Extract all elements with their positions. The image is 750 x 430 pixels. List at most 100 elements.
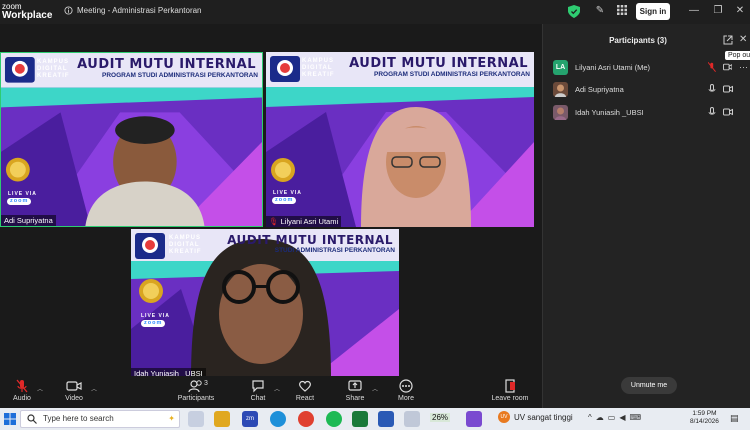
chat-label: Chat <box>250 395 266 402</box>
participant-name-text: Lilyani Asri Utami <box>280 217 339 226</box>
spotify-icon[interactable] <box>326 411 342 427</box>
zoom-badge: zoom <box>141 320 166 327</box>
pop-out-icon[interactable] <box>723 35 733 45</box>
leave-door-icon <box>505 379 515 393</box>
camera-icon[interactable] <box>722 63 732 71</box>
chat-icon <box>252 380 264 393</box>
participant-name: Idah Yuniasih _UBSI <box>575 107 644 117</box>
participants-panel-title: Participants (3) <box>609 36 667 45</box>
app-icon[interactable] <box>404 411 420 427</box>
react-label: React <box>295 395 315 402</box>
participant-name: Lilyani Asri Utami (Me) <box>575 62 651 72</box>
edge-browser-icon[interactable] <box>270 411 286 427</box>
word-icon[interactable] <box>378 411 394 427</box>
avatar <box>553 104 568 120</box>
sign-in-button[interactable]: Sign in <box>636 3 670 20</box>
more-options-icon[interactable]: ··· <box>739 62 748 72</box>
mic-muted-icon[interactable] <box>708 62 716 72</box>
video-gallery: AUDIT MUTU INTERNAL PROGRAM STUDI ADMINI… <box>0 24 538 379</box>
clock-time: 1:59 PM <box>692 410 717 417</box>
leave-room-button[interactable]: Leave room <box>486 379 534 402</box>
windows-taskbar: Type here to search ✦ zm 26% UV UV sanga… <box>0 408 750 430</box>
video-options-chevron-icon[interactable]: ︿ <box>91 384 97 393</box>
participant-name-tag: 🎙 Lilyani Asri Utami <box>266 216 342 227</box>
heart-smile-icon <box>299 380 311 392</box>
clock-date: 8/14/2026 <box>690 418 719 425</box>
panel-close-icon[interactable]: ✕ <box>739 34 747 45</box>
participant-row[interactable]: LA Lilyani Asri Utami (Me) ··· <box>553 59 748 75</box>
file-explorer-icon[interactable] <box>214 411 230 427</box>
share-label: Share <box>345 395 365 402</box>
participant-row[interactable]: Adi Supriyatna <box>553 81 748 97</box>
battery-percent: 26% <box>430 413 451 422</box>
video-button[interactable]: Video <box>52 379 96 402</box>
video-tile-lilyani[interactable]: AUDIT MUTU INTERNAL PROGRAM STUDI ADMINI… <box>266 52 534 227</box>
leave-room-label: Leave room <box>491 395 529 402</box>
participants-label: Participants <box>177 395 215 402</box>
video-tile-adi[interactable]: AUDIT MUTU INTERNAL PROGRAM STUDI ADMINI… <box>0 52 263 227</box>
avatar <box>553 81 568 97</box>
share-screen-icon <box>348 380 362 391</box>
camera-icon[interactable] <box>723 108 733 116</box>
chrome-browser-icon[interactable] <box>298 411 314 427</box>
windows-start-icon[interactable] <box>4 413 16 425</box>
minimize-icon[interactable]: — <box>688 5 700 17</box>
meeting-title-text: Meeting - Administrasi Perkantoran <box>77 6 202 15</box>
task-view-icon[interactable] <box>188 411 204 427</box>
app-icon[interactable] <box>466 411 482 427</box>
video-tile-idah[interactable]: AUDIT MUTU INTERNAL STUDI ADMINISTRASI P… <box>131 229 399 379</box>
participant-name-tag: Adi Supriyatna <box>1 215 56 226</box>
excel-icon[interactable] <box>352 411 368 427</box>
system-tray-icons[interactable]: ^☁▭◀⌨ <box>588 413 645 422</box>
meeting-toolbar: Audio ︿ Video ︿ Participants 3 Chat ︿ Re… <box>0 376 538 408</box>
zoom-badge: zoom <box>7 198 32 205</box>
mic-muted-icon <box>16 379 28 393</box>
live-via-text: LIVE VIA <box>8 191 37 197</box>
more-button[interactable]: More <box>384 379 428 402</box>
notifications-icon[interactable]: ▤ <box>730 413 739 424</box>
zoom-badge: zoom <box>272 197 297 204</box>
participant-row[interactable]: Idah Yuniasih _UBSI <box>553 104 748 120</box>
search-icon <box>27 414 37 424</box>
participants-icon <box>188 380 202 393</box>
mic-icon[interactable] <box>708 107 716 117</box>
uv-icon: UV <box>498 411 510 423</box>
chat-options-chevron-icon[interactable]: ︿ <box>274 384 280 393</box>
search-placeholder: Type here to search <box>43 414 114 423</box>
zoom-app-icon[interactable]: zm <box>242 411 258 427</box>
weather-widget[interactable]: UV UV sangat tinggi <box>498 411 573 423</box>
taskbar-search-input[interactable]: Type here to search ✦ <box>20 410 180 428</box>
zoom-logo: zoom Workplace <box>2 2 52 21</box>
video-label: Video <box>65 395 83 402</box>
camera-icon <box>66 381 82 391</box>
maximize-icon[interactable]: ❐ <box>712 5 724 17</box>
banner-title: AUDIT MUTU INTERNAL <box>349 56 528 71</box>
unmute-me-button[interactable]: Unmute me <box>621 377 677 394</box>
react-button[interactable]: React <box>283 379 327 402</box>
taskbar-clock[interactable]: 1:59 PM 8/14/2026 <box>690 410 719 426</box>
banner-subtitle: PROGRAM STUDI ADMINISTRASI PERKANTORAN <box>373 71 530 78</box>
apps-grid-icon[interactable] <box>616 5 628 17</box>
banner-subtitle: STUDI ADMINISTRASI PERKANTORAN <box>274 247 395 254</box>
camera-icon[interactable] <box>723 85 733 93</box>
participant-name: Adi Supriyatna <box>575 84 624 94</box>
kampus-text: KAMPUS DIGITAL KREATIF <box>37 59 70 79</box>
window-close-icon[interactable]: ✕ <box>734 5 746 17</box>
audio-label: Audio <box>13 395 31 402</box>
magic-wand-icon[interactable]: ✎ <box>594 5 606 17</box>
live-via-text: LIVE VIA <box>273 190 302 196</box>
search-highlight-icon: ✦ <box>168 414 175 423</box>
share-button[interactable]: Share <box>333 379 377 402</box>
participants-panel: Participants (3) ✕ Pop out LA Lilyani As… <box>542 24 750 430</box>
kampus-text: KAMPUS DIGITAL KREATIF <box>302 58 335 78</box>
mic-icon[interactable] <box>708 84 716 94</box>
uv-text: UV sangat tinggi <box>514 412 573 422</box>
shield-icon[interactable] <box>568 5 580 18</box>
zoom-app: zoom Workplace Meeting - Administrasi Pe… <box>0 0 750 430</box>
banner-title: AUDIT MUTU INTERNAL <box>227 233 393 247</box>
banner-subtitle: PROGRAM STUDI ADMINISTRASI PERKANTORAN <box>101 72 258 79</box>
share-options-chevron-icon[interactable]: ︿ <box>372 384 378 393</box>
meeting-info-icon[interactable] <box>64 6 73 15</box>
audio-options-chevron-icon[interactable]: ︿ <box>37 384 43 393</box>
participants-button[interactable]: Participants <box>174 379 218 402</box>
